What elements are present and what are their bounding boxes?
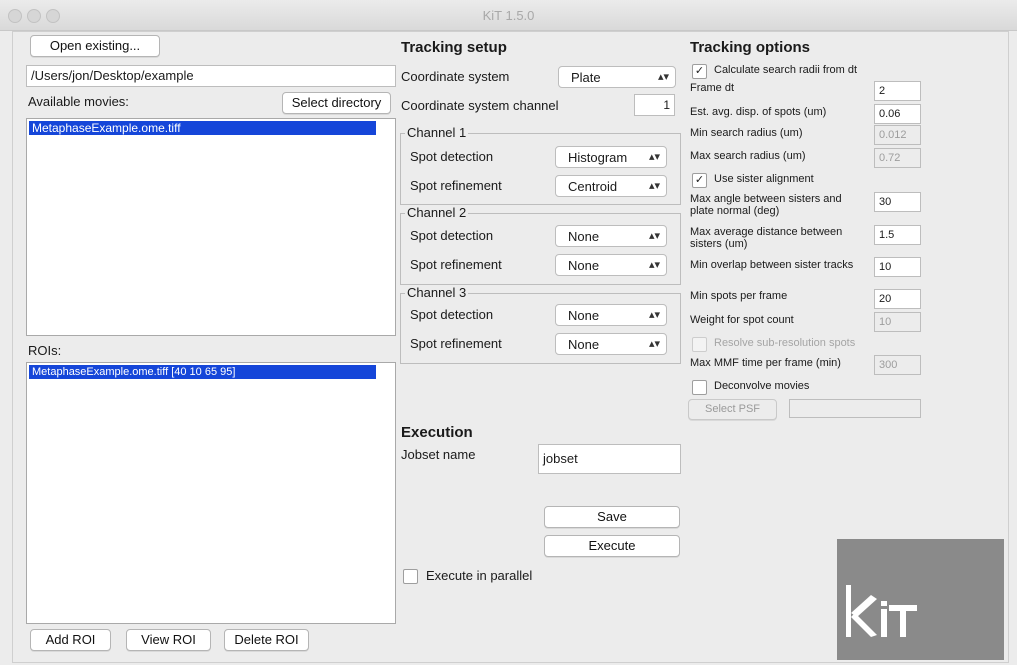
frame-dt-label: Frame dt (690, 82, 735, 94)
max-avg-dist-field[interactable]: 1.5 (874, 225, 921, 245)
ch1-spot-refinement-value: Centroid (568, 179, 618, 194)
ch3-spot-refinement-value: None (568, 337, 600, 352)
execute-parallel-label: Execute in parallel (426, 568, 533, 583)
resolve-checkbox (692, 337, 707, 352)
calc-radii-label: Calculate search radii from dt (714, 64, 858, 76)
min-overlap-label: Min overlap between sister tracks (690, 259, 854, 271)
chevron-updown-icon: ▴▾ (648, 338, 660, 350)
delete-roi-button[interactable]: Delete ROI (224, 629, 309, 651)
execute-parallel-checkbox[interactable] (403, 569, 418, 584)
min-radius-label: Min search radius (um) (690, 127, 803, 139)
channel-3-title: Channel 3 (405, 285, 469, 300)
max-mmf-field: 300 (874, 355, 921, 375)
coord-system-select[interactable]: Plate ▴▾ (558, 66, 676, 88)
kit-logo-icon (846, 585, 917, 637)
ch3-spot-refinement-select[interactable]: None ▴▾ (555, 333, 667, 355)
select-psf-button: Select PSF (688, 399, 777, 420)
ch3-spot-detection-select[interactable]: None ▴▾ (555, 304, 667, 326)
execution-heading: Execution (401, 424, 473, 441)
ch3-spot-detection-value: None (568, 308, 600, 323)
list-item-movie[interactable]: MetaphaseExample.ome.tiff (29, 121, 376, 135)
weight-label: Weight for spot count (690, 314, 794, 326)
ch1-spot-detection-value: Histogram (568, 150, 628, 165)
path-field[interactable]: /Users/jon/Desktop/example (26, 65, 396, 87)
tracking-setup-heading: Tracking setup (401, 39, 507, 56)
ch3-spot-detection-label: Spot detection (410, 307, 494, 322)
coord-system-value: Plate (571, 70, 601, 85)
chevron-updown-icon: ▴▾ (648, 180, 660, 192)
ch2-spot-detection-value: None (568, 229, 600, 244)
kit-logo (837, 539, 1004, 660)
chevron-updown-icon: ▴▾ (648, 230, 660, 242)
ch2-spot-refinement-value: None (568, 258, 600, 273)
deconvolve-checkbox[interactable] (692, 380, 707, 395)
max-avg-dist-label: Max average distance between sisters (um… (690, 226, 843, 250)
ch1-spot-refinement-select[interactable]: Centroid ▴▾ (555, 175, 667, 197)
execute-button[interactable]: Execute (544, 535, 680, 557)
avg-disp-label: Est. avg. disp. of spots (um) (690, 106, 827, 118)
available-movies-label: Available movies: (28, 94, 129, 109)
coord-channel-field[interactable]: 1 (634, 94, 675, 116)
window-title: KiT 1.5.0 (482, 8, 535, 23)
psf-field (789, 399, 921, 418)
ch2-spot-detection-select[interactable]: None ▴▾ (555, 225, 667, 247)
jobset-field[interactable]: jobset (538, 444, 681, 474)
max-angle-label: Max angle between sisters and plate norm… (690, 193, 842, 217)
sister-align-checkbox[interactable]: ✓ (692, 173, 707, 188)
max-radius-field: 0.72 (874, 148, 921, 168)
ch3-spot-refinement-label: Spot refinement (410, 336, 502, 351)
ch2-spot-refinement-select[interactable]: None ▴▾ (555, 254, 667, 276)
list-item-roi[interactable]: MetaphaseExample.ome.tiff [40 10 65 95] (29, 365, 376, 379)
calc-radii-checkbox[interactable]: ✓ (692, 64, 707, 79)
max-radius-label: Max search radius (um) (690, 150, 806, 162)
avg-disp-field[interactable]: 0.06 (874, 104, 921, 124)
ch1-spot-refinement-label: Spot refinement (410, 178, 502, 193)
coord-channel-label: Coordinate system channel (401, 98, 559, 113)
coord-system-label: Coordinate system (401, 69, 510, 84)
ch1-spot-detection-select[interactable]: Histogram ▴▾ (555, 146, 667, 168)
view-roi-button[interactable]: View ROI (126, 629, 211, 651)
jobset-label: Jobset name (401, 447, 476, 462)
movies-list[interactable]: MetaphaseExample.ome.tiff (26, 118, 396, 336)
resolve-label: Resolve sub-resolution spots (714, 337, 856, 349)
min-spots-label: Min spots per frame (690, 290, 788, 302)
channel-2-title: Channel 2 (405, 205, 469, 220)
save-button[interactable]: Save (544, 506, 680, 528)
deconvolve-label: Deconvolve movies (714, 380, 810, 392)
ch2-spot-refinement-label: Spot refinement (410, 257, 502, 272)
chevron-updown-icon: ▴▾ (648, 309, 660, 321)
min-overlap-field[interactable]: 10 (874, 257, 921, 277)
select-directory-button[interactable]: Select directory (282, 92, 391, 114)
min-radius-field: 0.012 (874, 125, 921, 145)
checkmark-icon: ✓ (694, 65, 705, 77)
rois-label: ROIs: (28, 343, 62, 358)
add-roi-button[interactable]: Add ROI (30, 629, 111, 651)
ch1-spot-detection-label: Spot detection (410, 149, 494, 164)
weight-field: 10 (874, 312, 921, 332)
open-existing-button[interactable]: Open existing... (30, 35, 160, 57)
rois-list[interactable]: MetaphaseExample.ome.tiff [40 10 65 95] (26, 362, 396, 624)
chevron-updown-icon: ▴▾ (648, 259, 660, 271)
min-spots-field[interactable]: 20 (874, 289, 921, 309)
chevron-updown-icon: ▴▾ (657, 71, 669, 83)
tracking-options-heading: Tracking options (690, 39, 811, 56)
channel-1-title: Channel 1 (405, 125, 469, 140)
max-angle-field[interactable]: 30 (874, 192, 921, 212)
chevron-updown-icon: ▴▾ (648, 151, 660, 163)
frame-dt-field[interactable]: 2 (874, 81, 921, 101)
max-mmf-label: Max MMF time per frame (min) (690, 357, 841, 369)
ch2-spot-detection-label: Spot detection (410, 228, 494, 243)
sister-align-label: Use sister alignment (714, 173, 814, 185)
checkmark-icon: ✓ (694, 174, 705, 186)
